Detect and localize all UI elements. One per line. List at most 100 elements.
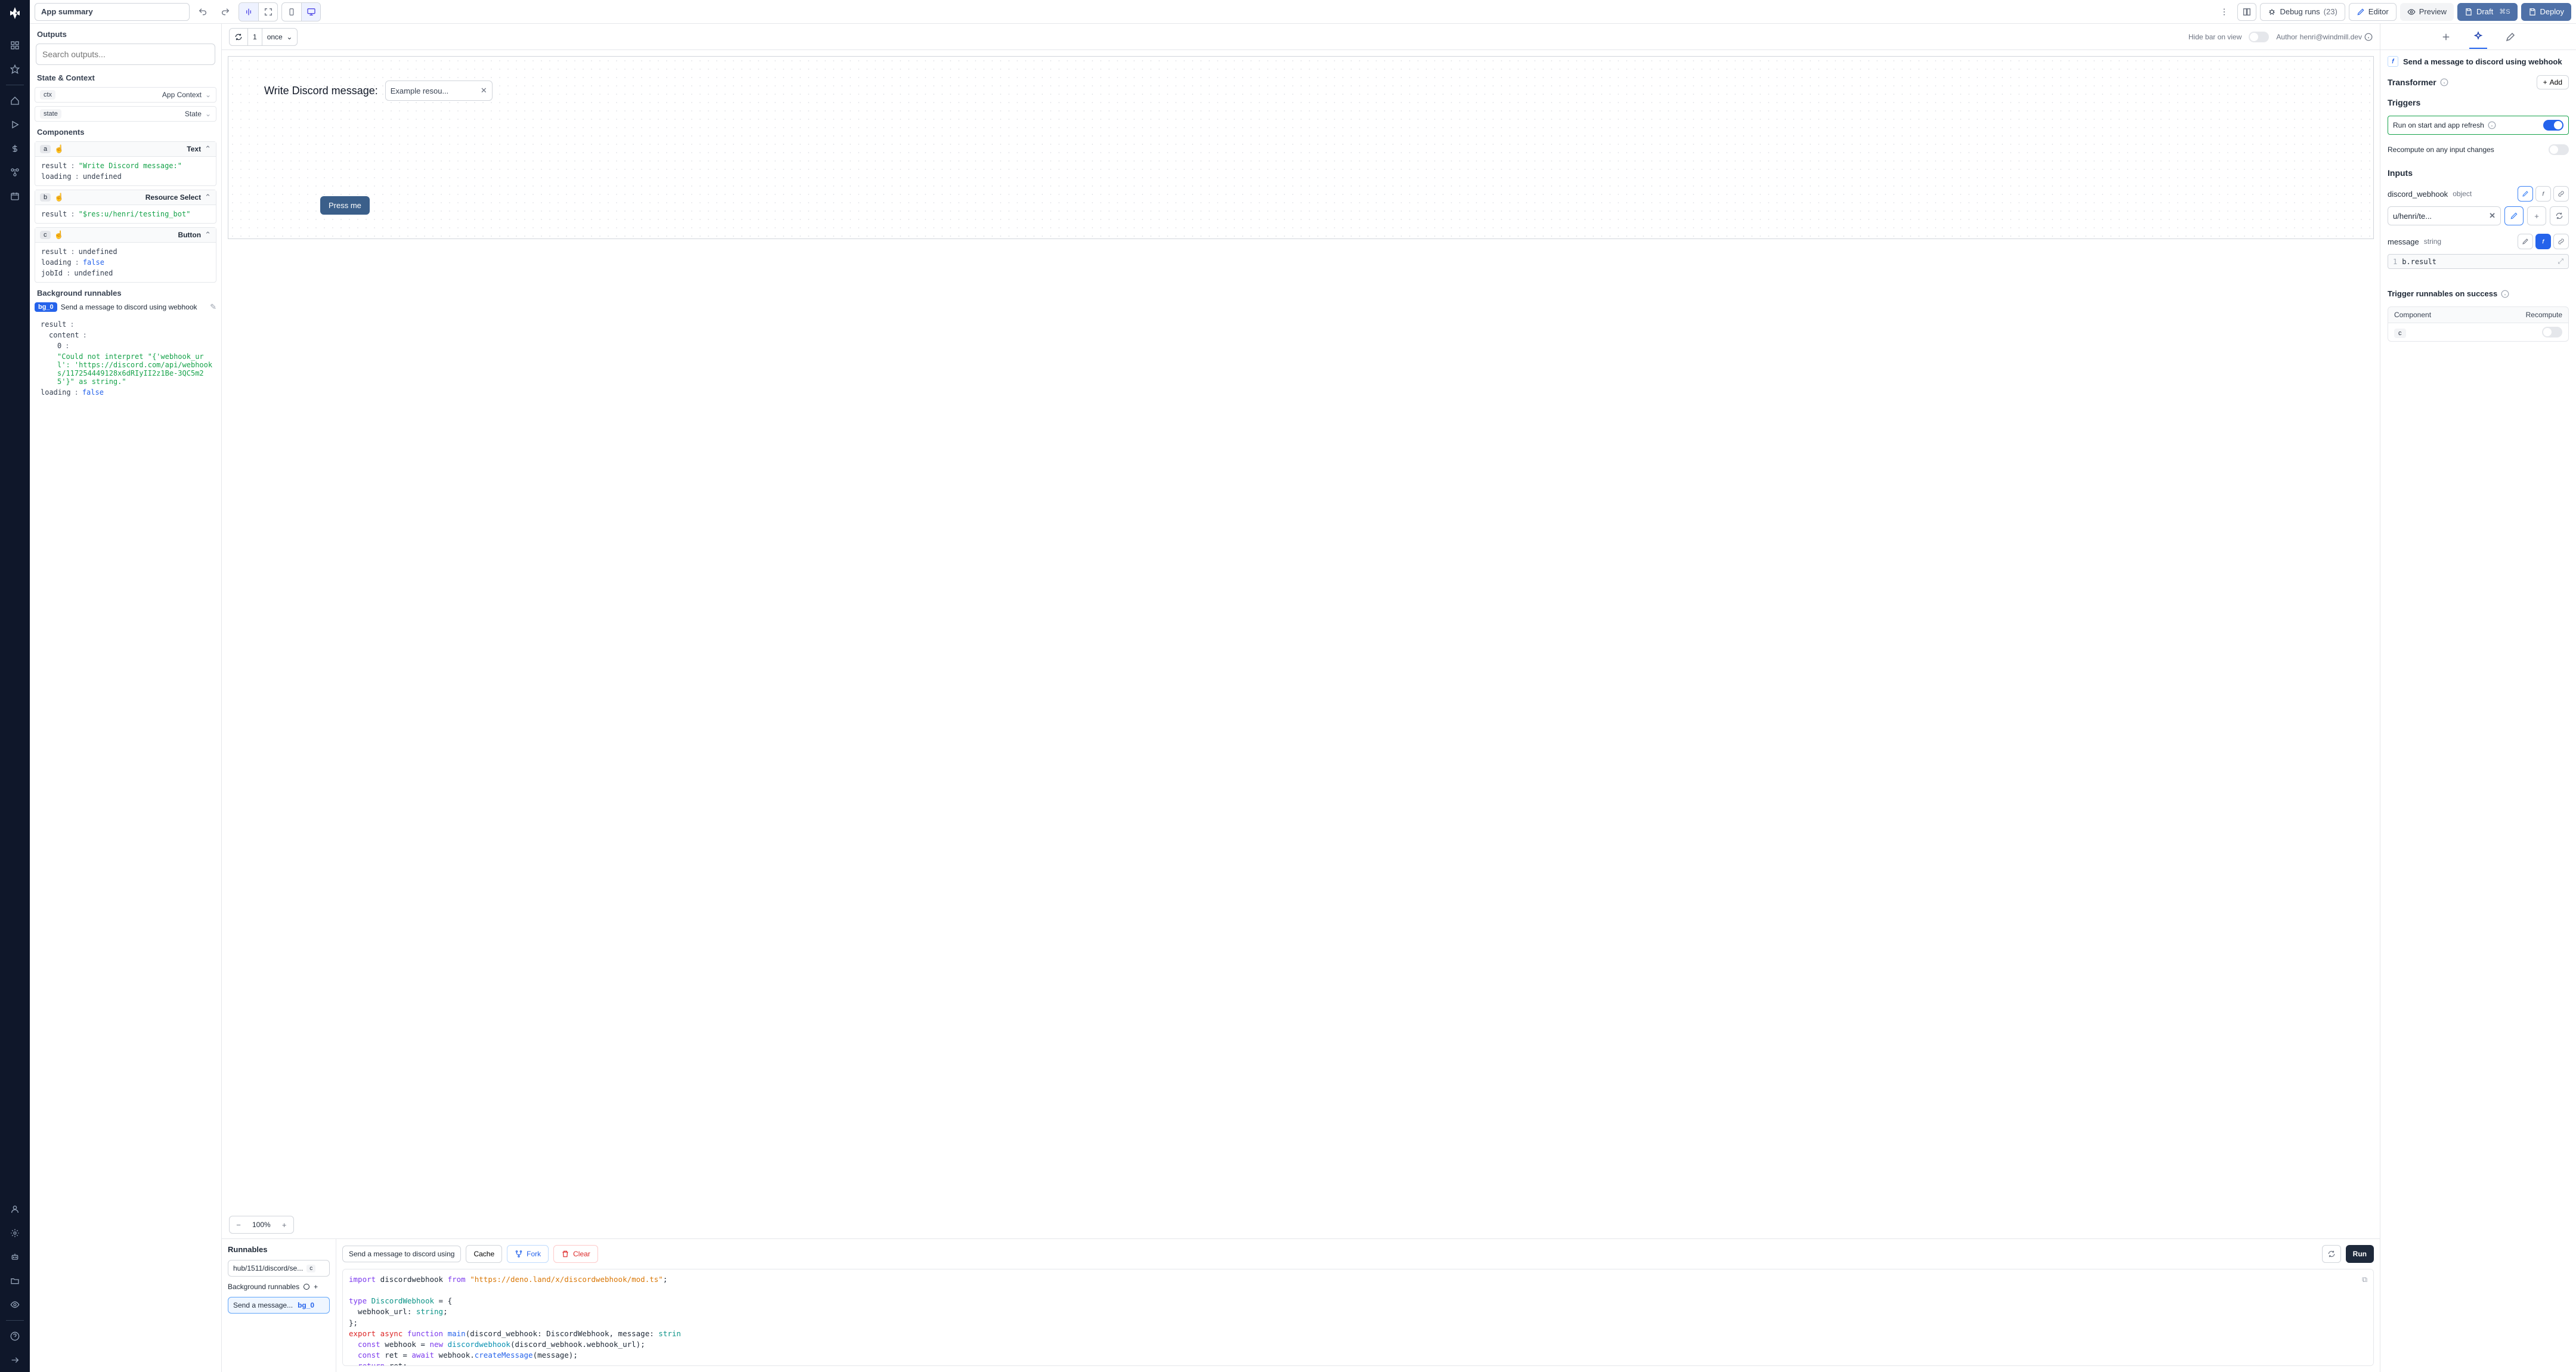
- debug-runs-button[interactable]: Debug runs (23): [2260, 3, 2345, 21]
- link-input-button[interactable]: [2553, 234, 2569, 249]
- close-icon[interactable]: ✕: [2489, 211, 2496, 221]
- canvas-resource-select[interactable]: Example resou... ✕: [385, 80, 493, 101]
- component-b-header[interactable]: b ☝ Resource Select ⌃: [35, 190, 216, 205]
- canvas-toolbar: 1 once ⌄ Hide bar on view Author henri@w…: [222, 24, 2380, 50]
- bg-runnable-selected[interactable]: Send a message... bg_0: [228, 1297, 330, 1314]
- right-tabs: [2380, 24, 2576, 50]
- deploy-button[interactable]: Deploy: [2521, 3, 2571, 21]
- plus-icon: +: [2543, 78, 2547, 86]
- refresh-runnable-button[interactable]: [2322, 1245, 2341, 1263]
- rail-home-icon[interactable]: [4, 90, 26, 112]
- copy-icon[interactable]: ⧉: [2362, 1274, 2367, 1285]
- rail-calendar-icon[interactable]: [4, 185, 26, 207]
- undo-button[interactable]: [193, 3, 212, 21]
- rail-star-icon[interactable]: [4, 58, 26, 80]
- collapse-icon[interactable]: ⌃: [205, 193, 211, 202]
- app-logo-icon: [7, 5, 23, 21]
- mobile-view-button[interactable]: [282, 3, 301, 21]
- rail-grid-icon[interactable]: [4, 35, 26, 56]
- hide-bar-toggle[interactable]: [2249, 32, 2269, 42]
- add-value-button[interactable]: +: [2527, 206, 2546, 225]
- recompute-toggle[interactable]: [2549, 144, 2569, 155]
- info-icon: [2501, 290, 2509, 298]
- refresh-value-button[interactable]: [2550, 206, 2569, 225]
- component-type: Resource Select: [145, 193, 201, 202]
- canvas-text-component[interactable]: Write Discord message:: [264, 85, 378, 97]
- edit-input-button[interactable]: [2518, 186, 2533, 202]
- ctx-tag: ctx: [40, 90, 55, 100]
- chevron-down-icon: ⌄: [205, 91, 211, 99]
- canvas-area[interactable]: Write Discord message: Example resou... …: [222, 50, 2380, 1238]
- fork-button[interactable]: Fork: [507, 1245, 549, 1263]
- tab-add[interactable]: [2437, 26, 2455, 48]
- collapse-icon[interactable]: ⌃: [205, 230, 211, 240]
- app-title-input[interactable]: [35, 3, 190, 21]
- table-header: Component Recompute: [2388, 306, 2569, 323]
- fx-input-button[interactable]: 𝑓: [2535, 234, 2551, 249]
- component-type: Button: [178, 231, 201, 239]
- edit-value-button[interactable]: [2504, 206, 2524, 225]
- ctx-row[interactable]: ctx App Context ⌄: [35, 87, 216, 103]
- add-bg-runnable-button[interactable]: +: [314, 1283, 318, 1291]
- input-message: message string 𝑓 1 b.result ⤢: [2388, 234, 2569, 269]
- outputs-search-input[interactable]: [36, 44, 215, 65]
- more-button[interactable]: [2215, 3, 2234, 21]
- rail-folder-icon[interactable]: [4, 1270, 26, 1292]
- ctx-label: App Context: [162, 91, 202, 99]
- component-badge: c: [2394, 329, 2406, 338]
- component-c-header[interactable]: c ☝ Button ⌃: [35, 228, 216, 243]
- rail-help-icon[interactable]: [4, 1325, 26, 1347]
- fullscreen-button[interactable]: [258, 3, 277, 21]
- runnable-crumb[interactable]: Send a message to discord using: [342, 1246, 461, 1262]
- add-transformer-button[interactable]: + Add: [2537, 75, 2569, 89]
- rail-expand-icon[interactable]: [4, 1349, 26, 1371]
- edit-input-button[interactable]: [2518, 234, 2533, 249]
- expand-icon[interactable]: ⤢: [2558, 257, 2563, 266]
- message-code-input[interactable]: 1 b.result ⤢: [2388, 254, 2569, 269]
- canvas-press-me-button[interactable]: Press me: [320, 196, 370, 215]
- runnables-left: Runnables hub/1511/discord/se... c Backg…: [222, 1239, 336, 1372]
- rail-user-icon[interactable]: [4, 1198, 26, 1220]
- rail-workflow-icon[interactable]: [4, 162, 26, 183]
- debug-runs-label: Debug runs: [2280, 7, 2320, 16]
- draft-button[interactable]: Draft ⌘S: [2457, 3, 2518, 21]
- trigger-on-start-toggle[interactable]: [2543, 120, 2563, 131]
- preview-button[interactable]: Preview: [2400, 3, 2454, 21]
- recompute-row-toggle[interactable]: [2542, 327, 2562, 337]
- editor-button[interactable]: Editor: [2349, 3, 2397, 21]
- fx-input-button[interactable]: 𝑓: [2535, 186, 2551, 202]
- book-button[interactable]: [2237, 3, 2256, 21]
- tab-sparkle[interactable]: [2469, 25, 2487, 49]
- collapse-icon[interactable]: ⌃: [205, 144, 211, 154]
- rail-eye-icon[interactable]: [4, 1294, 26, 1315]
- eye-icon: [2407, 8, 2416, 16]
- close-icon[interactable]: ✕: [481, 86, 487, 95]
- rail-dollar-icon[interactable]: [4, 138, 26, 159]
- input-value[interactable]: u/henri/te... ✕: [2388, 206, 2501, 225]
- component-a-header[interactable]: a ☝ Text ⌃: [35, 142, 216, 157]
- tab-brush[interactable]: [2501, 26, 2519, 48]
- rail-bot-icon[interactable]: [4, 1246, 26, 1268]
- refresh-mode-select[interactable]: once ⌄: [262, 29, 298, 45]
- state-row[interactable]: state State ⌄: [35, 106, 216, 122]
- cache-button[interactable]: Cache: [466, 1245, 502, 1263]
- rail-settings-icon[interactable]: [4, 1222, 26, 1244]
- refresh-button[interactable]: [230, 29, 247, 45]
- clear-button[interactable]: Clear: [553, 1245, 598, 1263]
- desktop-view-button[interactable]: [301, 3, 320, 21]
- run-button[interactable]: Run: [2346, 1245, 2374, 1263]
- info-icon: [2488, 121, 2496, 129]
- zoom-in-button[interactable]: +: [275, 1221, 293, 1229]
- redo-button[interactable]: [216, 3, 235, 21]
- rail-play-icon[interactable]: [4, 114, 26, 135]
- runnable-hub-item[interactable]: hub/1511/discord/se... c: [228, 1260, 330, 1277]
- pencil-icon[interactable]: ✎: [210, 302, 216, 312]
- zoom-out-button[interactable]: −: [230, 1221, 247, 1229]
- canvas-grid[interactable]: Write Discord message: Example resou... …: [228, 56, 2374, 239]
- code-editor[interactable]: ⧉import discordwebhook from "https://den…: [342, 1269, 2374, 1366]
- state-tag: state: [40, 109, 61, 119]
- align-center-button[interactable]: [239, 3, 258, 21]
- bg-runnable-row[interactable]: bg_0 Send a message to discord using web…: [35, 302, 216, 312]
- right-body: 𝑓 Send a message to discord using webhoo…: [2380, 50, 2576, 1372]
- link-input-button[interactable]: [2553, 186, 2569, 202]
